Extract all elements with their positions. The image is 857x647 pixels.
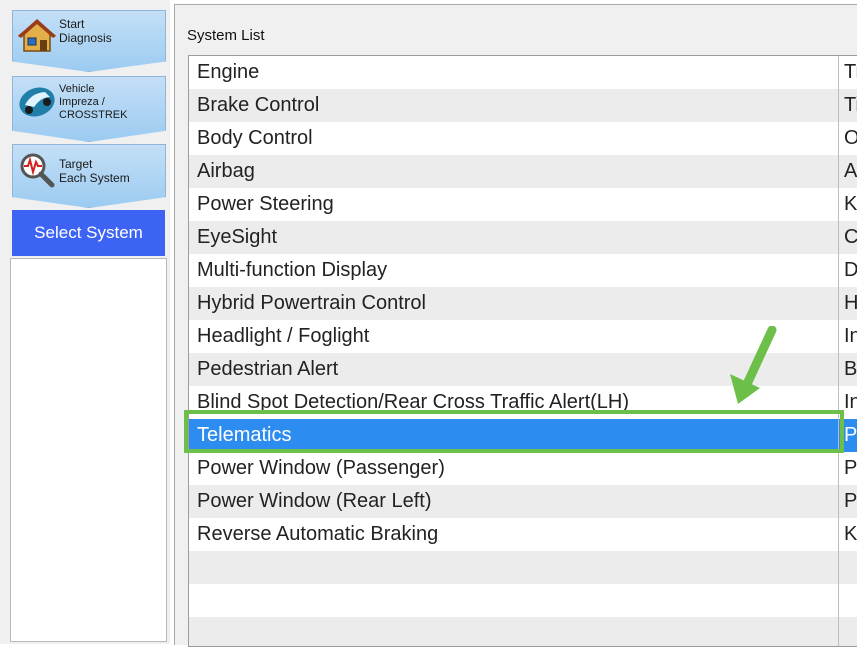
step-label: Start Diagnosis bbox=[59, 17, 112, 45]
list-item[interactable]: EyeSight C bbox=[189, 221, 857, 254]
system-name: EyeSight bbox=[197, 226, 278, 248]
system-second-column: K bbox=[844, 523, 857, 545]
system-name: Airbag bbox=[197, 160, 255, 182]
system-name: Hybrid Powertrain Control bbox=[197, 292, 426, 314]
list-item[interactable]: Reverse Automatic Braking K bbox=[189, 518, 857, 551]
step-start-diagnosis[interactable]: Start Diagnosis bbox=[12, 10, 166, 72]
nav-empty-area bbox=[10, 258, 167, 642]
system-second-column: P bbox=[844, 457, 857, 479]
system-second-column: C bbox=[844, 221, 857, 254]
car-icon bbox=[17, 83, 57, 121]
step-select-system[interactable]: Select System bbox=[12, 210, 165, 256]
system-name: Pedestrian Alert bbox=[197, 358, 339, 380]
list-item[interactable]: Engine Tr bbox=[189, 56, 857, 89]
system-second-column: Tr bbox=[844, 61, 857, 83]
system-second-column: H bbox=[844, 287, 857, 320]
system-name: Reverse Automatic Braking bbox=[197, 523, 439, 545]
list-item[interactable]: Brake Control Ti bbox=[189, 89, 857, 122]
system-second-column: B bbox=[844, 358, 857, 380]
empty-list-row bbox=[189, 617, 857, 646]
list-item[interactable]: Airbag A bbox=[189, 155, 857, 188]
system-name: Brake Control bbox=[197, 94, 320, 116]
empty-list-row bbox=[189, 584, 857, 617]
system-name: Headlight / Foglight bbox=[197, 325, 370, 347]
step-label: Target Each System bbox=[59, 157, 130, 185]
list-item[interactable]: Body Control O bbox=[189, 122, 857, 155]
list-item[interactable]: Power Window (Passenger) P bbox=[189, 452, 857, 485]
system-second-column: O bbox=[844, 122, 857, 155]
step-vehicle[interactable]: Vehicle Impreza / CROSSTREK bbox=[12, 76, 166, 142]
system-name: Power Window (Passenger) bbox=[197, 457, 445, 479]
list-item[interactable]: Multi-function Display D bbox=[189, 254, 857, 287]
system-second-column: D bbox=[844, 254, 857, 287]
system-second-column: P bbox=[844, 424, 857, 446]
system-second-column: In bbox=[844, 325, 857, 347]
system-name: Engine bbox=[197, 61, 260, 83]
step-target-each-system[interactable]: Target Each System bbox=[12, 144, 166, 208]
system-second-column: In bbox=[844, 391, 857, 413]
system-second-column: K bbox=[844, 193, 857, 215]
system-name: Power Steering bbox=[197, 193, 334, 215]
system-second-column: A bbox=[844, 160, 857, 182]
system-name: Body Control bbox=[197, 127, 313, 149]
system-name: Power Window (Rear Left) bbox=[197, 490, 432, 512]
house-icon bbox=[17, 17, 57, 55]
arrow-down-left-icon bbox=[726, 325, 786, 406]
selection-highlight-annotation bbox=[184, 410, 844, 453]
column-divider bbox=[838, 56, 839, 646]
empty-list-row bbox=[189, 551, 857, 584]
panel-title: System List bbox=[187, 27, 265, 44]
list-item[interactable]: Power Steering K bbox=[189, 188, 857, 221]
magnifier-waveform-icon bbox=[17, 151, 57, 189]
wizard-nav: Start Diagnosis Vehicle Impreza / CROSST… bbox=[0, 0, 170, 644]
step-label: Vehicle Impreza / CROSSTREK bbox=[59, 83, 128, 121]
list-item[interactable]: Power Window (Rear Left) P bbox=[189, 485, 857, 518]
system-second-column: Ti bbox=[844, 94, 857, 116]
system-second-column: P bbox=[844, 490, 857, 512]
list-item[interactable]: Hybrid Powertrain Control H bbox=[189, 287, 857, 320]
system-name: Multi-function Display bbox=[197, 259, 388, 281]
system-list-panel: System List Engine Tr Brake Control Ti Body … bbox=[174, 4, 857, 647]
